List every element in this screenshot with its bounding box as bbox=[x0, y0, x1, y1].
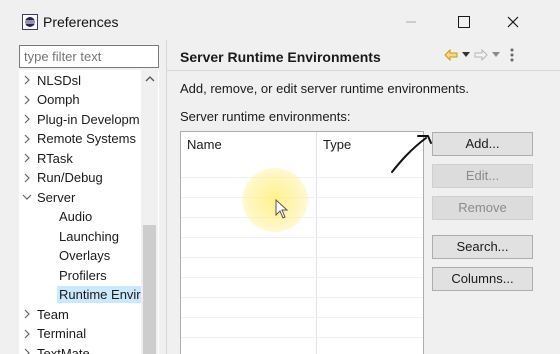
row-gridline bbox=[181, 277, 423, 278]
title-bar: Preferences bbox=[0, 0, 560, 44]
maximize-button[interactable] bbox=[450, 10, 478, 34]
pane-divider[interactable] bbox=[166, 40, 167, 354]
tree-item-label: Audio bbox=[59, 209, 93, 224]
chevron-right-icon[interactable] bbox=[19, 324, 35, 344]
tree-item-label: NLSDsl bbox=[37, 72, 82, 88]
back-menu-chevron-icon[interactable] bbox=[462, 52, 470, 58]
page-navigation bbox=[444, 46, 514, 64]
tree-item[interactable]: Remote Systems bbox=[19, 129, 143, 149]
edit-button[interactable]: Edit... bbox=[432, 164, 533, 188]
chevron-right-icon[interactable] bbox=[19, 304, 35, 324]
tree-item-label: Launching bbox=[59, 228, 119, 244]
scroll-up-icon[interactable] bbox=[141, 70, 158, 87]
columns-button[interactable]: Columns... bbox=[432, 267, 533, 291]
tree-item-label: Team bbox=[37, 306, 69, 322]
chevron-right-icon[interactable] bbox=[19, 70, 35, 90]
chevron-right-icon[interactable] bbox=[19, 148, 35, 168]
page-description: Add, remove, or edit server runtime envi… bbox=[180, 81, 470, 96]
chevron-right-icon[interactable] bbox=[19, 168, 35, 188]
tree-scrollbar[interactable] bbox=[141, 70, 158, 354]
column-header-name[interactable]: Name bbox=[181, 132, 316, 157]
preferences-tree: NLSDsl Oomph Plug-in Developm Remote System… bbox=[19, 70, 159, 354]
chevron-right-icon[interactable] bbox=[19, 109, 35, 129]
close-button[interactable] bbox=[499, 10, 527, 34]
chevron-down-icon[interactable] bbox=[19, 187, 35, 207]
tree-item[interactable]: NLSDsl bbox=[19, 70, 143, 90]
row-gridline bbox=[181, 237, 423, 238]
tree-item-label: Profilers bbox=[59, 267, 107, 283]
tree-item-label: TextMate bbox=[37, 345, 90, 354]
tree-item-label: Remote Systems bbox=[37, 131, 136, 146]
row-gridline bbox=[181, 337, 423, 338]
forward-arrow-icon[interactable] bbox=[474, 49, 488, 61]
filter-input[interactable] bbox=[19, 45, 159, 68]
tree-item-label: Run/Debug bbox=[37, 170, 103, 185]
chevron-right-icon[interactable] bbox=[19, 129, 35, 149]
table-label: Server runtime environments: bbox=[180, 109, 351, 124]
tree-item[interactable]: RTask bbox=[19, 148, 143, 168]
row-gridline bbox=[181, 177, 423, 178]
row-gridline bbox=[181, 257, 423, 258]
tree-item-label: Plug-in Developm bbox=[37, 111, 140, 127]
tree-item[interactable]: TextMate bbox=[19, 343, 143, 354]
header-separator bbox=[167, 70, 560, 71]
eclipse-icon bbox=[22, 14, 38, 30]
add-button[interactable]: Add... bbox=[432, 132, 533, 156]
tree-item-label: Overlays bbox=[59, 248, 111, 263]
tree-item-label: Server bbox=[37, 189, 76, 205]
window-title: Preferences bbox=[43, 14, 119, 30]
row-gridline bbox=[181, 297, 423, 298]
tree-item[interactable]: Oomph bbox=[19, 90, 143, 110]
tree-item[interactable]: Plug-in Developm bbox=[19, 109, 143, 129]
remove-button[interactable]: Remove bbox=[432, 196, 533, 220]
tree-item-label: Oomph bbox=[37, 92, 80, 107]
view-menu-icon[interactable] bbox=[510, 48, 514, 62]
tree-item-label: RTask bbox=[37, 150, 73, 166]
minimize-button[interactable] bbox=[397, 10, 425, 34]
back-arrow-icon[interactable] bbox=[444, 49, 458, 61]
search-button[interactable]: Search... bbox=[432, 235, 533, 259]
tree-item-label: Terminal bbox=[37, 326, 87, 341]
tree-item[interactable]: Server bbox=[19, 187, 143, 207]
scroll-thumb[interactable] bbox=[143, 225, 156, 354]
chevron-right-icon[interactable] bbox=[19, 90, 35, 110]
column-separator[interactable] bbox=[316, 132, 317, 354]
preferences-window: Preferences NLSDsl Oomph Plug-in Developm R… bbox=[0, 0, 560, 354]
tree-item[interactable]: Team bbox=[19, 304, 143, 324]
tree-item[interactable]: Run/Debug bbox=[19, 168, 143, 188]
tree-item-label: Runtime Enviro bbox=[57, 286, 150, 303]
row-gridline bbox=[181, 317, 423, 318]
forward-menu-chevron-icon[interactable] bbox=[492, 52, 500, 58]
tree-item[interactable]: Terminal bbox=[19, 324, 143, 344]
chevron-right-icon[interactable] bbox=[19, 343, 35, 354]
page-title: Server Runtime Environments bbox=[180, 49, 381, 65]
mouse-pointer-icon bbox=[275, 198, 289, 219]
